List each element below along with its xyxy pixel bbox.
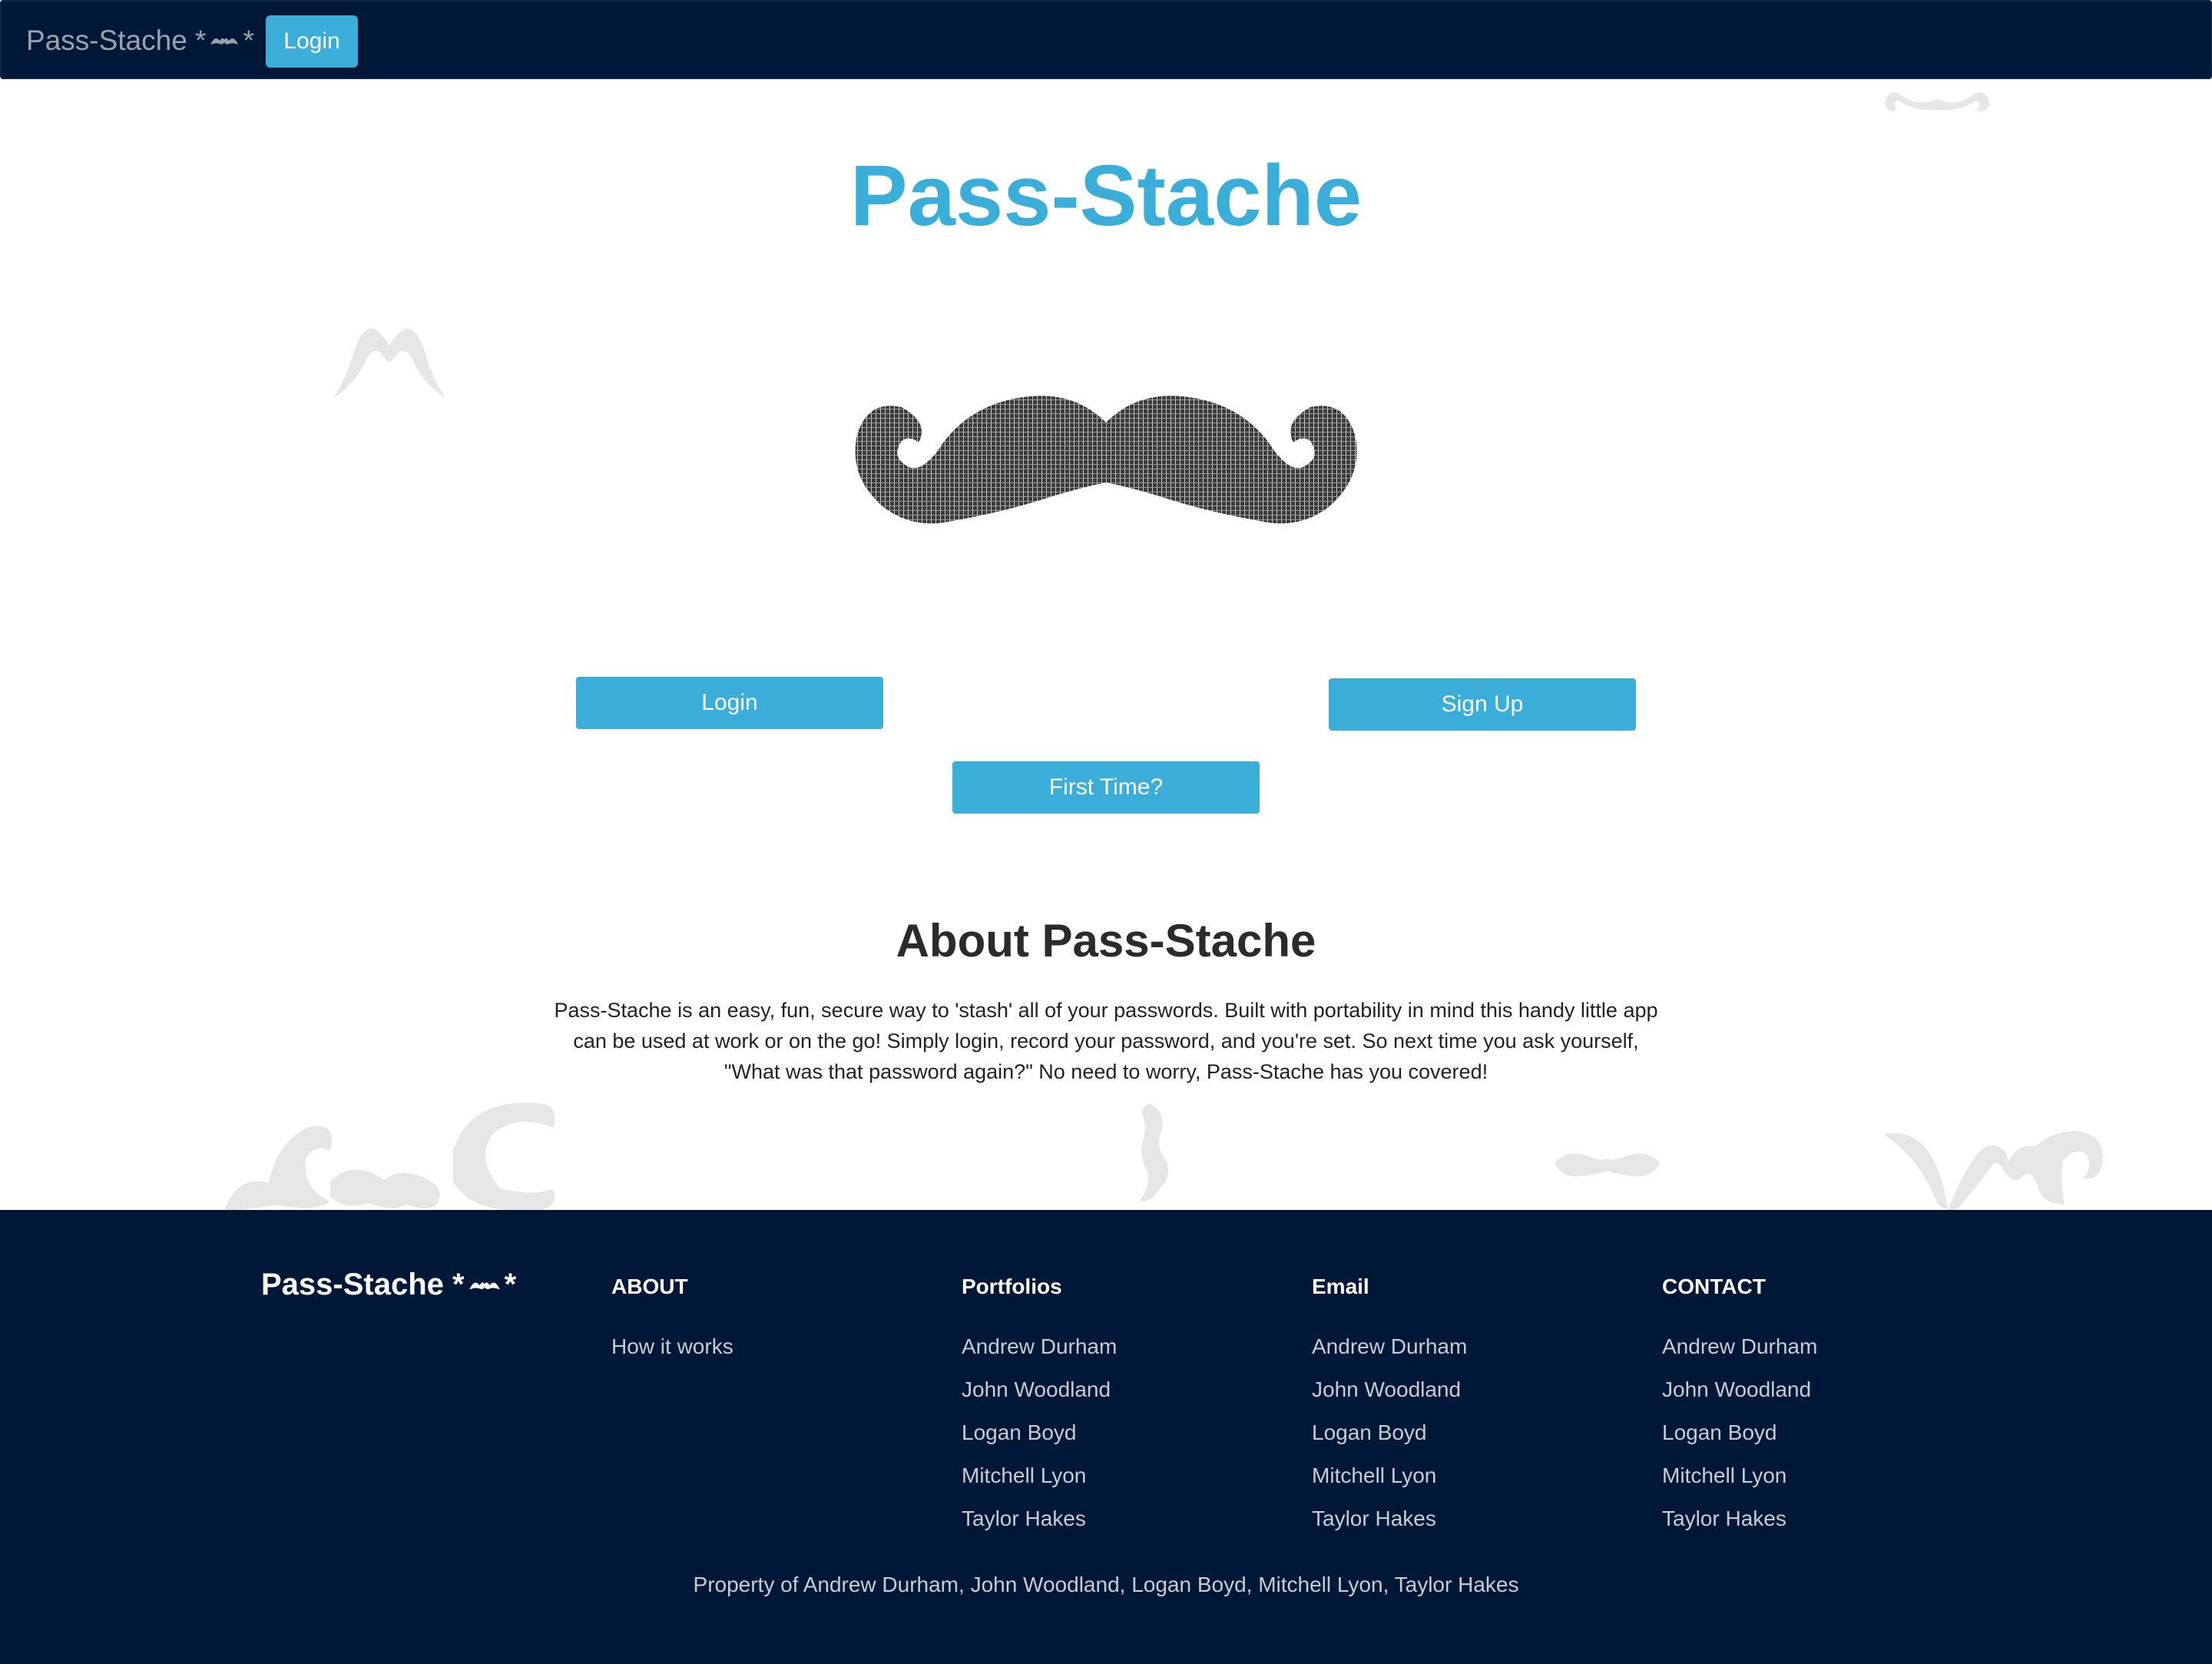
navbar: Pass-Stache * * Login xyxy=(0,0,2212,79)
footer-link[interactable]: Mitchell Lyon xyxy=(1662,1462,1985,1505)
footer-link[interactable]: How it works xyxy=(611,1333,934,1376)
footer-brand-text: Pass-Stache * xyxy=(261,1268,465,1301)
login-button[interactable]: Login xyxy=(576,677,883,729)
navbar-login-button[interactable]: Login xyxy=(266,15,358,68)
page-title: Pass-Stache xyxy=(849,148,1363,244)
footer-link[interactable]: Andrew Durham xyxy=(962,1333,1284,1376)
footer-link[interactable]: Logan Boyd xyxy=(1662,1419,1985,1462)
about-heading: About Pass-Stache xyxy=(896,915,1316,966)
footer-brand[interactable]: Pass-Stache * * xyxy=(261,1268,516,1302)
footer-link[interactable]: Mitchell Lyon xyxy=(962,1462,1284,1505)
footer-heading: ABOUT xyxy=(611,1275,688,1298)
signup-button[interactable]: Sign Up xyxy=(1329,678,1636,731)
footer-link[interactable]: Taylor Hakes xyxy=(1312,1505,1634,1548)
footer-column-about: ABOUT How it works xyxy=(611,1273,934,1376)
footer-link[interactable]: Logan Boyd xyxy=(1312,1419,1634,1462)
footer-heading: Portfolios xyxy=(962,1275,1062,1298)
decorative-mustache-icon xyxy=(1883,1131,2103,1211)
navbar-brand[interactable]: Pass-Stache * * xyxy=(26,21,254,61)
footer-link[interactable]: John Woodland xyxy=(962,1376,1284,1419)
first-time-button[interactable]: First Time? xyxy=(952,761,1260,814)
about-description: Pass-Stache is an easy, fun, secure way … xyxy=(554,999,1658,1083)
decorative-mustache-icon xyxy=(1555,1153,1660,1177)
mustache-icon xyxy=(210,38,239,45)
footer-link[interactable]: Taylor Hakes xyxy=(1662,1505,1985,1548)
brand-suffix: * xyxy=(243,25,254,56)
mustache-icon xyxy=(855,396,1357,524)
footer-column-contact: CONTACT Andrew Durham John Woodland Loga… xyxy=(1662,1273,1985,1548)
footer-column-portfolios: Portfolios Andrew Durham John Woodland L… xyxy=(962,1273,1284,1548)
mustache-icon xyxy=(469,1281,500,1289)
footer-link[interactable]: Andrew Durham xyxy=(1312,1333,1634,1376)
decorative-mustache-icon xyxy=(333,328,445,398)
footer-link[interactable]: Logan Boyd xyxy=(962,1419,1284,1462)
decorative-mustache-icon xyxy=(224,1102,555,1212)
footer: Pass-Stache * * ABOUT How it works Portf… xyxy=(0,1210,2212,1664)
footer-link[interactable]: John Woodland xyxy=(1312,1376,1634,1419)
decorative-mustache-icon xyxy=(1140,1104,1169,1202)
footer-link[interactable]: John Woodland xyxy=(1662,1376,1985,1419)
footer-brand-suffix: * xyxy=(504,1268,517,1301)
footer-link[interactable]: Andrew Durham xyxy=(1662,1333,1985,1376)
footer-link[interactable]: Mitchell Lyon xyxy=(1312,1462,1634,1505)
footer-heading: Email xyxy=(1312,1275,1369,1298)
page: Pass-Stache * * Login Pass-Stache Login … xyxy=(0,0,2212,1664)
footer-link[interactable]: Taylor Hakes xyxy=(962,1505,1284,1548)
copyright-text: Property of Andrew Durham, John Woodland… xyxy=(693,1573,1519,1596)
decorative-mustache-icon xyxy=(1885,92,1990,111)
footer-column-email: Email Andrew Durham John Woodland Logan … xyxy=(1312,1273,1634,1548)
footer-heading: CONTACT xyxy=(1662,1275,1766,1298)
brand-text: Pass-Stache * xyxy=(26,25,207,56)
